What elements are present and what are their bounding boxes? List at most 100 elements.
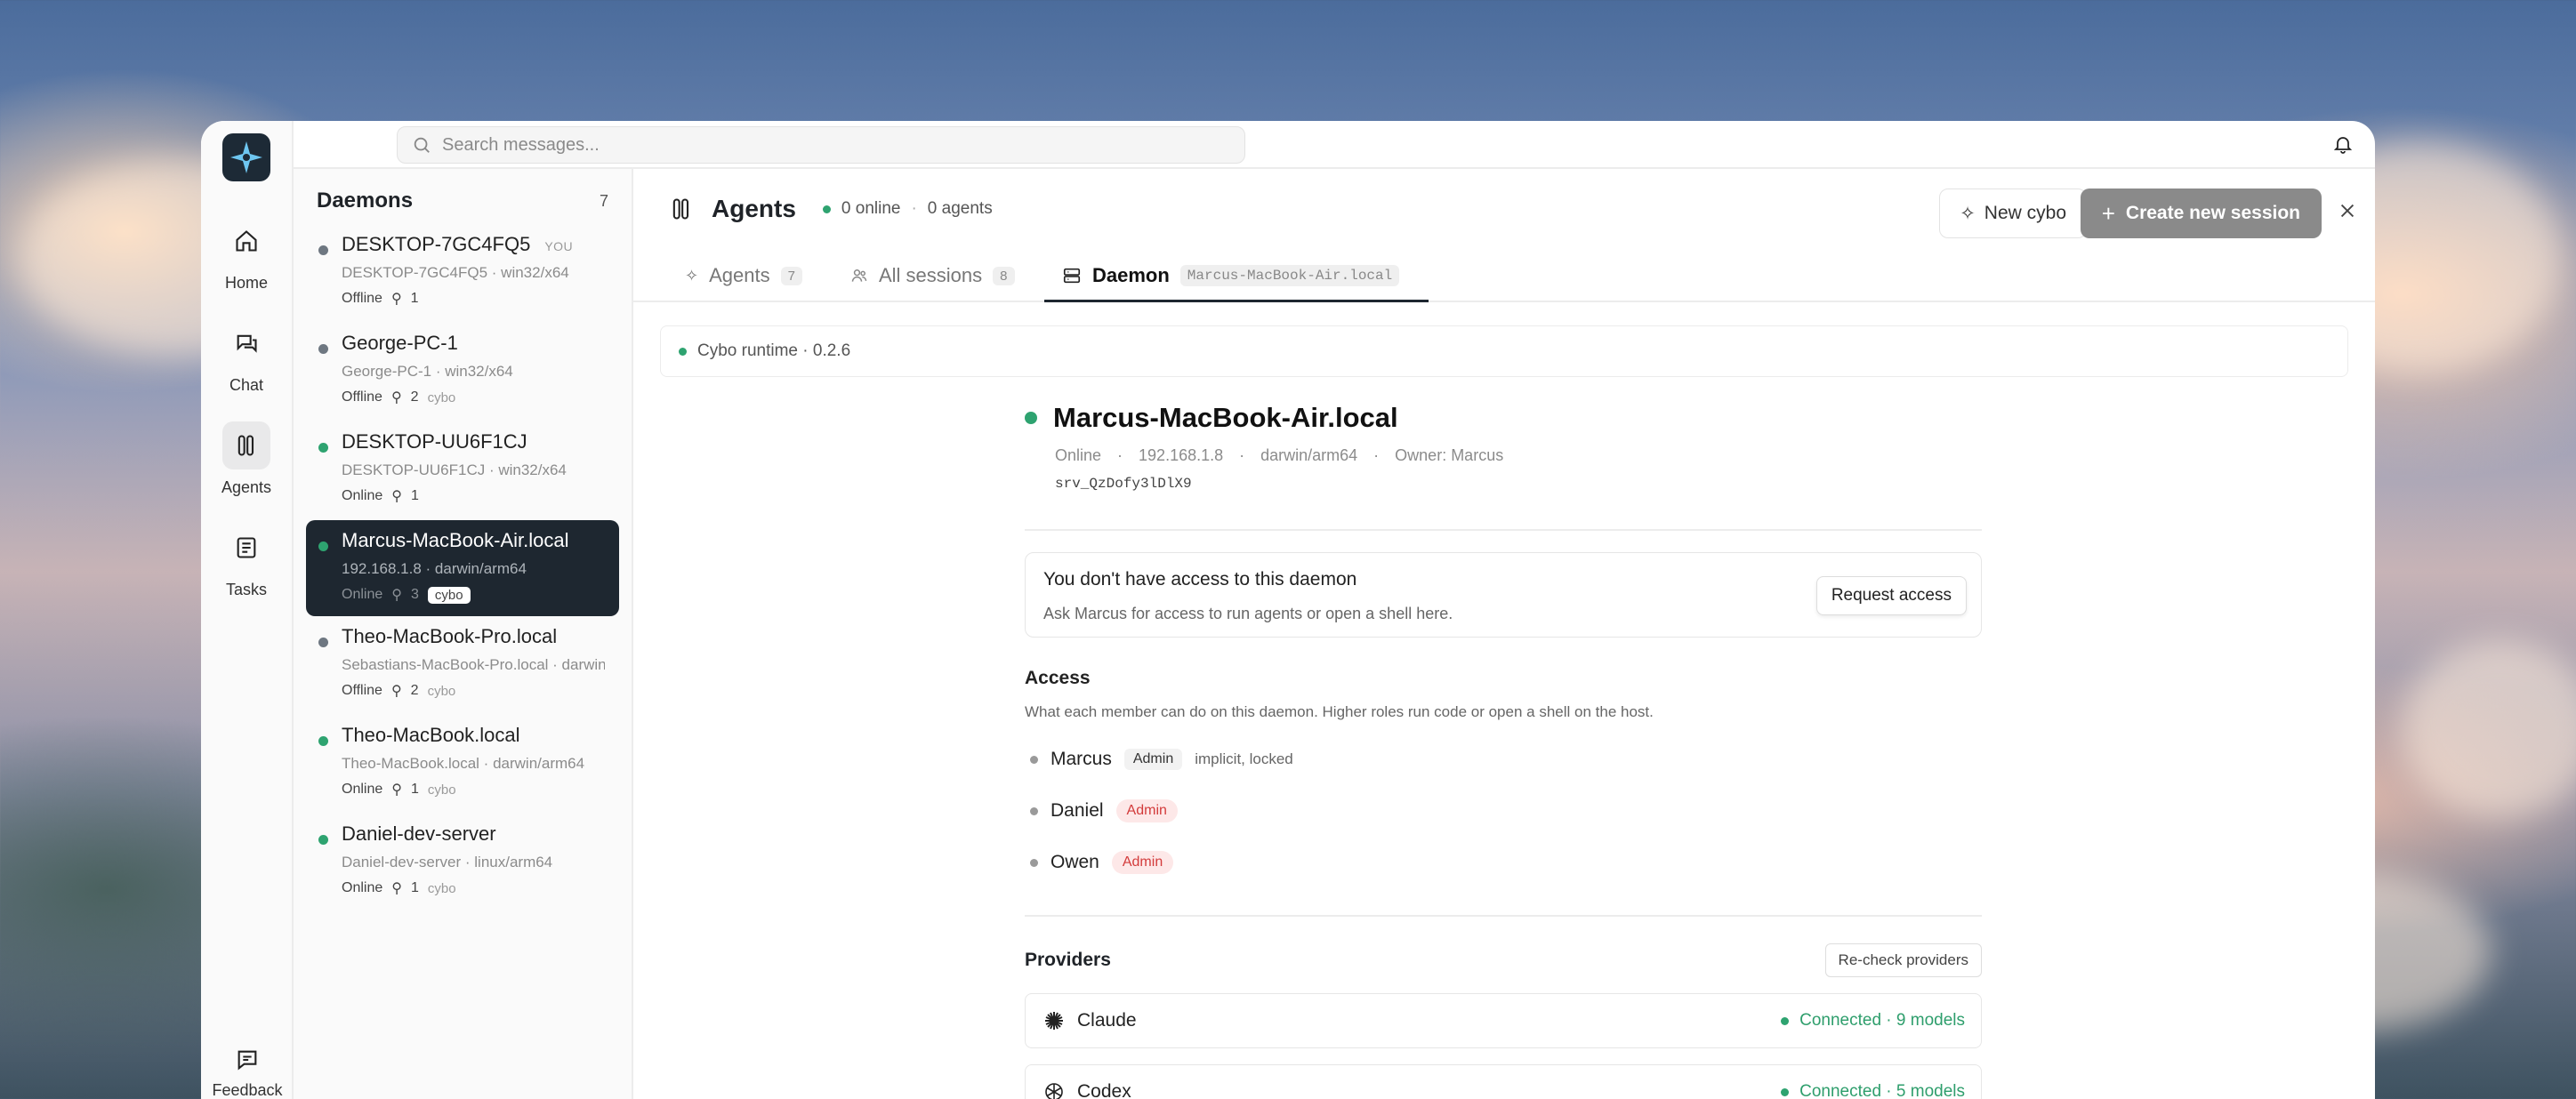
bell-icon[interactable] xyxy=(2332,133,2354,159)
new-cybo-button[interactable]: ✧ New cybo xyxy=(1939,189,2087,238)
search-input[interactable]: Search messages... xyxy=(442,135,600,156)
divider xyxy=(1025,529,1982,531)
runtime-banner: Cybo runtime · 0.2.6 xyxy=(660,325,2348,377)
daemon-status: Offline xyxy=(342,291,382,306)
tab-count: 8 xyxy=(993,266,1015,285)
provider-row[interactable]: Claude Connected · 9 models xyxy=(1025,993,1982,1048)
daemon-sub: DESKTOP-UU6F1CJ · win32/x64 xyxy=(342,461,567,478)
daemon-name: Theo-MacBook-Pro.local xyxy=(342,625,558,647)
role-badge[interactable]: Admin xyxy=(1115,799,1178,822)
daemon-item-selected[interactable]: Marcus-MacBook-Air.local 192.168.1.8 · d… xyxy=(306,520,619,616)
provider-name: Codex xyxy=(1077,1081,1131,1099)
daemon-item[interactable]: DESKTOP-7GC4FQ5 YOU DESKTOP-7GC4FQ5 · win… xyxy=(306,224,619,323)
divider xyxy=(1025,915,1982,917)
provider-status: Connected · 9 models xyxy=(1799,1011,1965,1030)
nav-home-label: Home xyxy=(224,274,268,292)
app-logo[interactable] xyxy=(222,133,270,181)
person-icon: ⚲ xyxy=(391,782,402,798)
nav-agents[interactable]: Agents xyxy=(221,421,271,497)
feedback-icon xyxy=(237,1050,257,1071)
tab-daemon[interactable]: Daemon Marcus-MacBook-Air.local xyxy=(1062,249,1400,302)
app-window: Home Chat Agents Tasks Feedback Search m… xyxy=(201,121,2375,1099)
no-access-notice: You don't have access to this daemon Ask… xyxy=(1025,552,1982,638)
daemon-item[interactable]: Daniel-dev-server Daniel-dev-server · li… xyxy=(306,814,619,912)
access-title: Access xyxy=(1025,668,1091,688)
recheck-providers-button[interactable]: Re-check providers xyxy=(1824,943,1982,977)
tab-count: 7 xyxy=(780,266,802,285)
host-status-dot xyxy=(1025,412,1037,424)
daemon-agent-count: 2 xyxy=(410,389,419,405)
daemon-tag: cybo xyxy=(427,683,456,699)
logo-star-icon xyxy=(230,141,262,173)
tab-agents[interactable]: ✧ Agents 7 xyxy=(685,249,802,302)
member-row: Marcus Admin implicit, locked xyxy=(1025,746,1982,773)
runtime-status-dot xyxy=(679,347,687,356)
daemon-status: Online xyxy=(342,488,383,503)
create-session-button[interactable]: + Create new session xyxy=(2080,189,2322,238)
daemon-tag: cybo xyxy=(427,389,456,405)
person-icon: ⚲ xyxy=(390,684,402,699)
daemon-sub: George-PC-1 · win32/x64 xyxy=(342,363,513,380)
search-box[interactable]: Search messages... xyxy=(397,126,1245,164)
daemon-status: Online xyxy=(342,782,383,797)
status-dot xyxy=(318,344,328,354)
nav-chat-label: Chat xyxy=(229,376,264,394)
host-status: Online xyxy=(1055,446,1102,464)
people-icon xyxy=(851,269,867,282)
daemon-agent-count: 1 xyxy=(410,880,419,895)
agents-count: 0 agents xyxy=(927,199,993,218)
daemon-item[interactable]: George-PC-1 George-PC-1 · win32/x64 Offl… xyxy=(306,323,619,421)
daemon-item[interactable]: Theo-MacBook-Pro.local Sebastians-MacBoo… xyxy=(306,616,619,715)
provider-status-dot xyxy=(1781,1016,1790,1025)
daemon-sub: 192.168.1.8 · darwin/arm64 xyxy=(342,560,527,577)
daemon-name: George-PC-1 xyxy=(342,332,458,354)
status-dot xyxy=(318,245,328,255)
tasks-icon xyxy=(222,524,270,572)
nav-feedback[interactable]: Feedback xyxy=(201,1047,294,1099)
online-dot xyxy=(822,205,831,213)
tab-label: Daemon xyxy=(1092,264,1170,286)
daemon-name: Daniel-dev-server xyxy=(342,822,496,845)
status-dot xyxy=(318,541,328,551)
meta-sep: · xyxy=(1239,446,1245,464)
daemon-item[interactable]: DESKTOP-UU6F1CJ DESKTOP-UU6F1CJ · win32/… xyxy=(306,421,619,520)
daemon-name: DESKTOP-7GC4FQ5 xyxy=(342,233,531,255)
daemon-name: DESKTOP-UU6F1CJ xyxy=(342,430,527,453)
daemon-agent-count: 2 xyxy=(410,683,419,698)
member-row: Owen Admin xyxy=(1025,849,1982,876)
provider-row[interactable]: Codex Connected · 5 models xyxy=(1025,1064,1982,1099)
provider-status: Connected · 5 models xyxy=(1799,1082,1965,1099)
status-dot xyxy=(318,835,328,845)
access-desc: What each member can do on this daemon. … xyxy=(1025,703,1654,720)
tab-label: Agents xyxy=(709,264,770,286)
request-access-button[interactable]: Request access xyxy=(1815,576,1967,615)
nav-tasks[interactable]: Tasks xyxy=(222,524,270,599)
nav-chat[interactable]: Chat xyxy=(222,319,270,395)
panel-header: Agents 0 online · 0 agents ✧ New cybo + … xyxy=(633,169,2375,249)
daemon-agent-count: 1 xyxy=(410,782,419,797)
online-count: 0 online xyxy=(841,199,901,218)
status-dot xyxy=(318,736,328,746)
top-bar: Search messages... xyxy=(294,121,2375,169)
agents-icon xyxy=(221,421,270,469)
daemon-item[interactable]: Theo-MacBook.local Theo-MacBook.local · … xyxy=(306,715,619,814)
daemon-tag: cybo xyxy=(427,880,456,896)
role-badge: Admin xyxy=(1123,749,1183,770)
meta-sep: · xyxy=(1117,446,1123,464)
tab-host-badge: Marcus-MacBook-Air.local xyxy=(1179,265,1400,286)
member-name: Owen xyxy=(1051,852,1099,872)
daemon-sub: DESKTOP-7GC4FQ5 · win32/x64 xyxy=(342,264,569,281)
nav-home[interactable]: Home xyxy=(222,217,270,293)
nav-agents-label: Agents xyxy=(221,478,272,496)
daemon-status: Online xyxy=(342,587,383,602)
nav-feedback-label: Feedback xyxy=(212,1081,283,1099)
tab-all-sessions[interactable]: All sessions 8 xyxy=(850,249,1015,302)
close-icon[interactable] xyxy=(2338,201,2357,225)
member-row: Daniel Admin xyxy=(1025,798,1982,824)
daemon-status: Offline xyxy=(342,683,382,698)
search-icon xyxy=(414,137,430,153)
role-badge[interactable]: Admin xyxy=(1111,851,1174,874)
host-name: Marcus-MacBook-Air.local xyxy=(1053,402,1398,433)
nav-rail: Home Chat Agents Tasks Feedback xyxy=(201,121,294,1099)
daemons-count: 7 xyxy=(599,191,608,210)
